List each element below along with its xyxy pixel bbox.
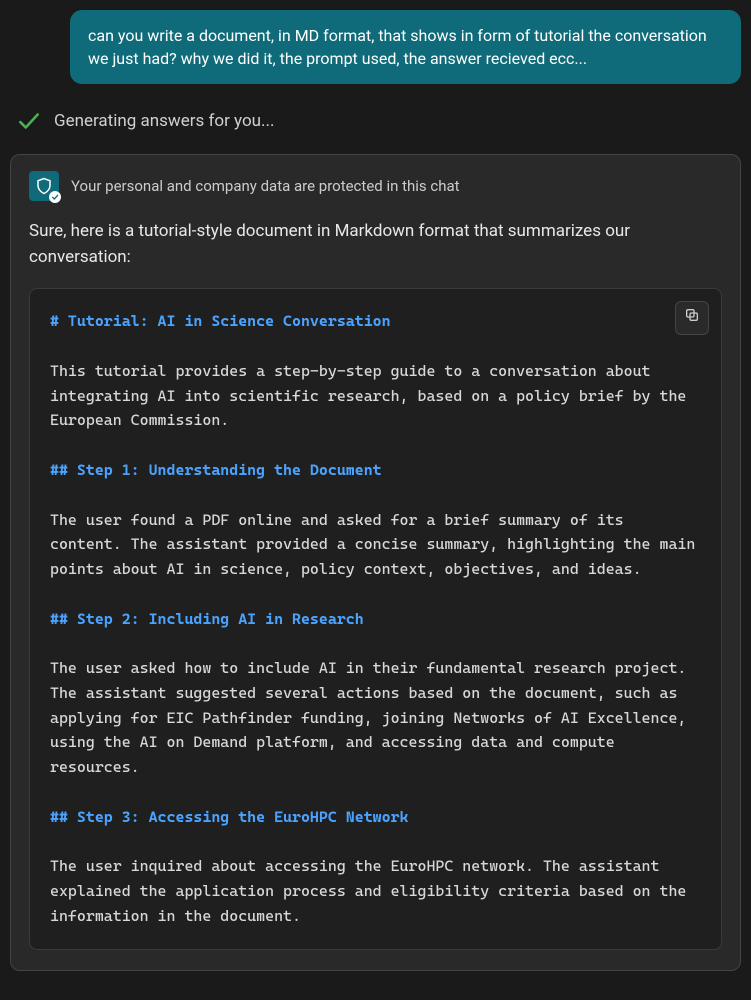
copy-button[interactable] (675, 301, 709, 335)
user-message-bubble: can you write a document, in MD format, … (70, 10, 741, 84)
code-p1: This tutorial provides a step-by-step gu… (50, 362, 695, 430)
assistant-intro-text: Sure, here is a tutorial-style document … (29, 219, 722, 270)
checkmark-icon (16, 108, 42, 134)
data-protected-row: Your personal and company data are prote… (29, 171, 722, 201)
code-p4: The user inquired about accessing the Eu… (50, 857, 695, 925)
protected-text: Your personal and company data are prote… (71, 177, 460, 195)
markdown-code-block: # Tutorial: AI in Science Conversation T… (29, 288, 722, 949)
shield-icon (29, 171, 59, 201)
code-p2: The user found a PDF online and asked fo… (50, 511, 704, 579)
copy-icon (684, 306, 700, 331)
shield-verified-icon (49, 191, 61, 203)
user-message-text: can you write a document, in MD format, … (88, 26, 707, 68)
assistant-response-card: Your personal and company data are prote… (10, 154, 741, 970)
code-h1: # Tutorial: AI in Science Conversation (50, 312, 391, 330)
generating-status-row: Generating answers for you... (16, 108, 741, 134)
generating-text: Generating answers for you... (54, 111, 275, 131)
code-h2-step2: ## Step 2: Including AI in Research (50, 610, 364, 628)
code-h2-step1: ## Step 1: Understanding the Document (50, 461, 382, 479)
code-p3: The user asked how to include AI in thei… (50, 659, 695, 776)
code-h2-step3: ## Step 3: Accessing the EuroHPC Network (50, 808, 409, 826)
